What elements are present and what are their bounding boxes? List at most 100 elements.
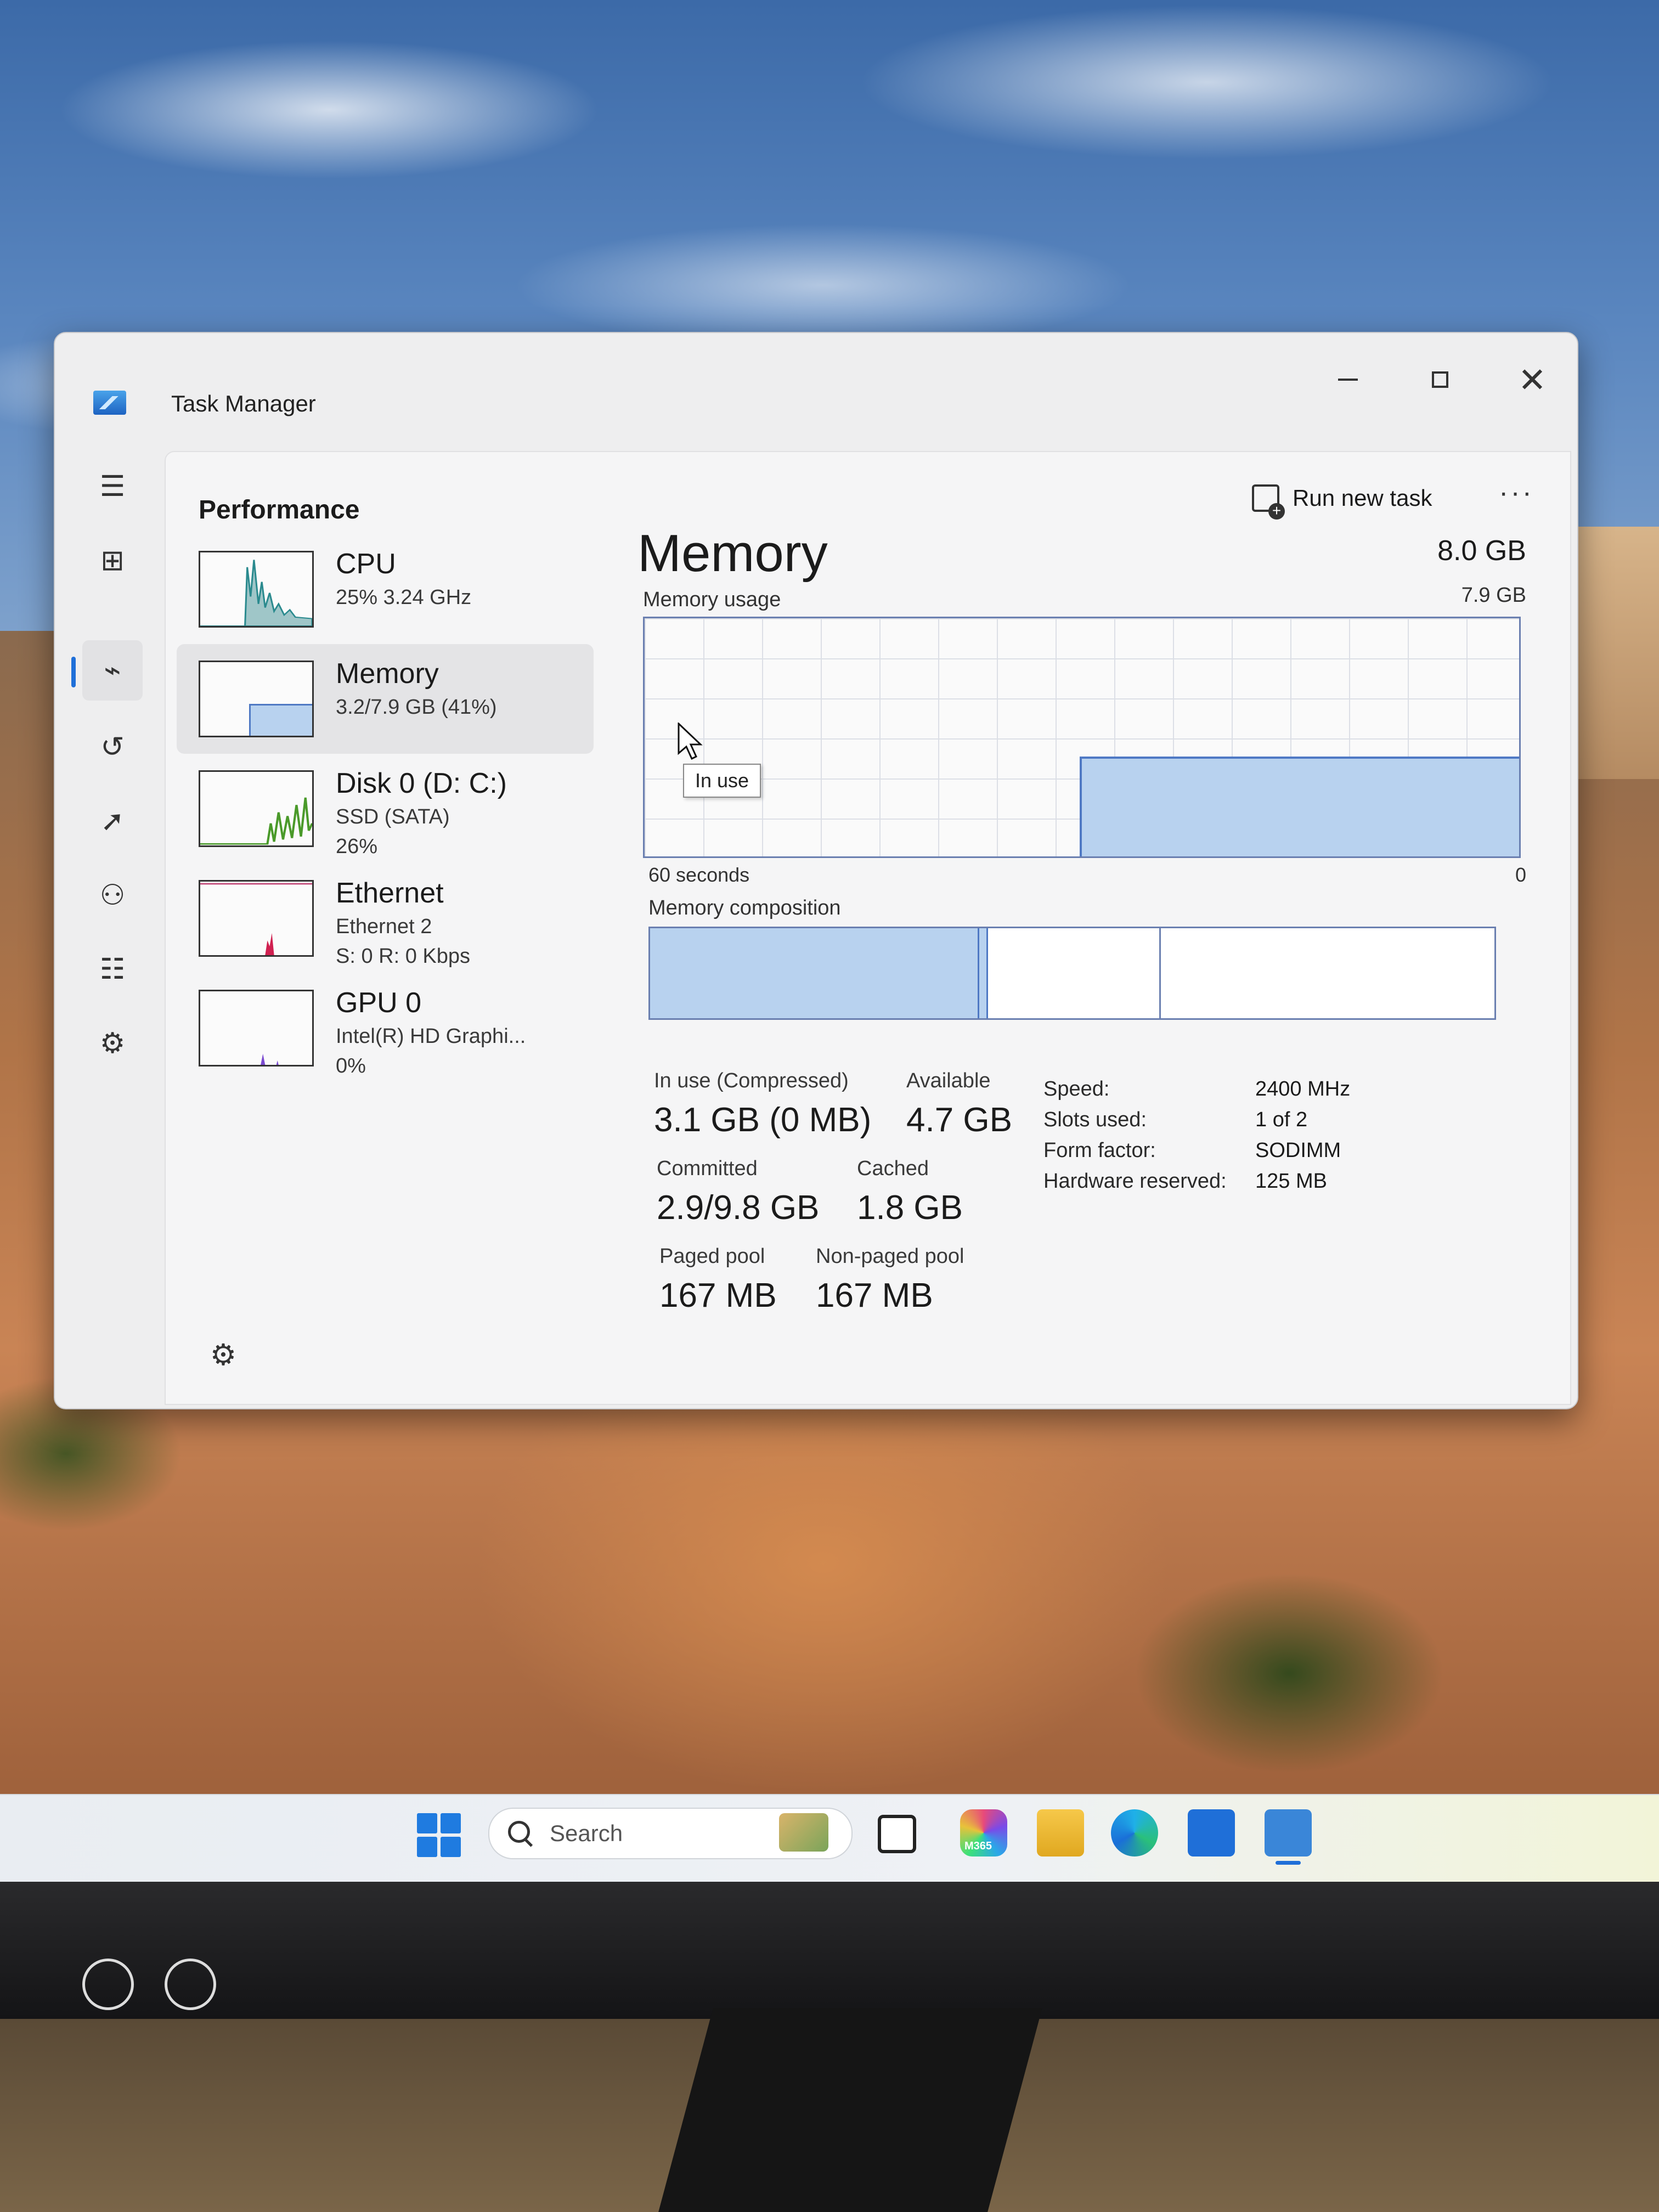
device-item-disk[interactable]: Disk 0 (D: C:) SSD (SATA) 26% [177, 754, 594, 864]
run-task-icon [1252, 484, 1285, 520]
device-detail: 3.2/7.9 GB (41%) [336, 696, 497, 719]
maximize-button[interactable] [1415, 355, 1465, 404]
search-placeholder: Search [550, 1820, 623, 1846]
cpu-thumbnail-graph [199, 551, 314, 628]
stat-label: Available [906, 1069, 991, 1092]
more-options-button[interactable]: ··· [1499, 476, 1534, 509]
run-new-task-label: Run new task [1293, 485, 1432, 511]
composition-free-segment[interactable] [1161, 928, 1494, 1018]
task-manager-window: Task Manager ✕ ☰ ⊞ ⌁ ↺ ➚ ⚇ ☷ ⚙ Performan… [54, 332, 1578, 1409]
search-icon [508, 1821, 533, 1846]
stat-non-paged-pool: Non-paged pool 167 MB [816, 1245, 964, 1315]
close-button[interactable]: ✕ [1508, 355, 1557, 404]
users-icon[interactable]: ⚇ [82, 865, 143, 926]
stat-value: 1.8 GB [857, 1189, 963, 1227]
device-detail: SSD (SATA) 26% [336, 802, 450, 861]
memory-total: 8.0 GB [1437, 535, 1526, 567]
stat-in-use: In use (Compressed) 3.1 GB (0 MB) [654, 1069, 871, 1139]
device-name: Memory [336, 658, 439, 690]
stat-value: 167 MB [659, 1277, 777, 1314]
settings-icon[interactable]: ⚙ [199, 1330, 248, 1379]
device-detail: Intel(R) HD Graphi... 0% [336, 1022, 526, 1081]
task-manager-taskbar-icon[interactable] [1265, 1809, 1312, 1857]
spec-key: Hardware reserved: [1043, 1170, 1227, 1193]
spec-key: Speed: [1043, 1077, 1110, 1101]
gpu-model: Intel(R) HD Graphi... [336, 1025, 526, 1048]
microsoft-365-icon[interactable]: M365 [960, 1809, 1007, 1857]
memory-specs: Speed: 2400 MHz Slots used: 1 of 2 Form … [1043, 1077, 1537, 1200]
disk-usage: 26% [336, 835, 378, 858]
stat-value: 2.9/9.8 GB [657, 1189, 820, 1227]
active-nav-indicator [71, 657, 76, 687]
spec-key: Slots used: [1043, 1108, 1147, 1131]
windows-start-icon[interactable] [417, 1813, 461, 1857]
device-item-ethernet[interactable]: Ethernet Ethernet 2 S: 0 R: 0 Kbps [177, 864, 594, 973]
graph-tooltip: In use [683, 764, 761, 798]
memory-usage-graph[interactable]: In use [643, 617, 1521, 858]
stat-value: 167 MB [816, 1277, 933, 1314]
memory-thumbnail-graph [199, 661, 314, 737]
device-name: Disk 0 (D: C:) [336, 768, 507, 799]
navigation-rail: ☰ ⊞ ⌁ ↺ ➚ ⚇ ☷ ⚙ [55, 437, 165, 1408]
device-item-memory[interactable]: Memory 3.2/7.9 GB (41%) [177, 644, 594, 754]
spec-key: Form factor: [1043, 1139, 1156, 1162]
spec-row-slots: Slots used: 1 of 2 [1043, 1108, 1537, 1139]
throughput: S: 0 R: 0 Kbps [336, 945, 471, 968]
window-title: Task Manager [171, 391, 316, 416]
spec-row-form-factor: Form factor: SODIMM [1043, 1139, 1537, 1170]
run-new-task-button[interactable]: Run new task [1252, 476, 1432, 520]
hamburger-icon[interactable]: ☰ [82, 456, 143, 517]
monitor-stand [658, 2008, 1042, 2212]
microsoft-store-icon[interactable] [1188, 1809, 1235, 1857]
task-view-icon[interactable] [878, 1815, 916, 1853]
processes-icon[interactable]: ⊞ [82, 531, 143, 591]
memory-usage-max: 7.9 GB [1461, 584, 1526, 607]
services-icon[interactable]: ⚙ [82, 1013, 143, 1074]
minimize-button[interactable] [1323, 355, 1373, 404]
stat-label: Paged pool [659, 1245, 765, 1268]
device-name: GPU 0 [336, 987, 422, 1019]
device-item-gpu[interactable]: GPU 0 Intel(R) HD Graphi... 0% [177, 973, 594, 1083]
disk-thumbnail-graph [199, 770, 314, 847]
performance-panel: Performance Run new task ··· CPU 25% 3.2… [165, 451, 1571, 1405]
m365-label: M365 [964, 1840, 992, 1852]
app-history-icon[interactable]: ↺ [82, 717, 143, 777]
details-icon[interactable]: ☷ [82, 939, 143, 1000]
graph-time-span-label: 60 seconds [648, 864, 750, 886]
memory-usage-fill [1080, 757, 1519, 856]
composition-standby-segment[interactable] [988, 928, 1161, 1018]
spec-value: 1 of 2 [1255, 1108, 1308, 1131]
startup-apps-icon[interactable]: ➚ [82, 791, 143, 851]
gpu-usage: 0% [336, 1054, 366, 1077]
disk-type: SSD (SATA) [336, 805, 450, 828]
file-explorer-icon[interactable] [1037, 1809, 1084, 1857]
performance-icon[interactable]: ⌁ [82, 640, 143, 701]
stat-committed: Committed 2.9/9.8 GB [657, 1157, 819, 1227]
stat-label: In use (Compressed) [654, 1069, 849, 1092]
desktop-wallpaper-town [1569, 527, 1659, 779]
stat-cached: Cached 1.8 GB [857, 1157, 963, 1227]
active-app-indicator [1276, 1861, 1301, 1865]
spec-value: 125 MB [1255, 1170, 1327, 1193]
device-detail: 25% 3.24 GHz [336, 586, 472, 609]
edge-browser-icon[interactable] [1111, 1809, 1158, 1857]
stat-available: Available 4.7 GB [906, 1069, 1012, 1139]
memory-composition-bar[interactable] [648, 927, 1496, 1020]
response-time-icon [82, 1959, 134, 2010]
device-item-cpu[interactable]: CPU 25% 3.24 GHz [177, 534, 594, 644]
mouse-cursor-icon [678, 723, 703, 760]
composition-in-use-segment[interactable] [650, 928, 980, 1018]
gpu-thumbnail-graph [199, 990, 314, 1066]
stat-label: Committed [657, 1157, 758, 1180]
spec-value: SODIMM [1255, 1139, 1341, 1162]
memory-detail-pane: Memory 8.0 GB Memory usage 7.9 GB In use… [637, 523, 1548, 1379]
memory-usage-label: Memory usage [643, 588, 781, 611]
stat-label: Cached [857, 1157, 929, 1180]
spec-value: 2400 MHz [1255, 1077, 1351, 1101]
title-bar[interactable]: Task Manager ✕ [55, 333, 1577, 437]
task-manager-icon [93, 391, 126, 415]
composition-modified-segment[interactable] [979, 928, 988, 1018]
device-name: CPU [336, 548, 396, 580]
crosshair-icon [165, 1959, 216, 2010]
device-list: CPU 25% 3.24 GHz Memory 3.2/7.9 GB (41%)… [177, 534, 605, 1357]
